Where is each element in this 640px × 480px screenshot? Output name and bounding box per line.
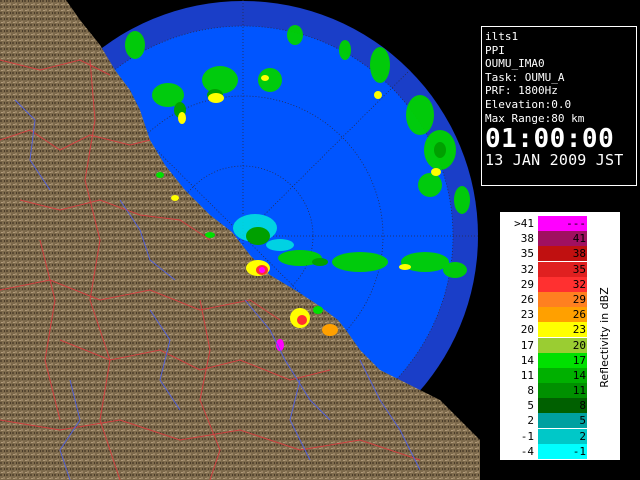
legend-high-value: 35 <box>572 262 586 276</box>
legend-low-value: 35 <box>520 247 534 261</box>
legend-high-value: 23 <box>572 323 586 337</box>
scan-info-panel: ilts1 PPI OUMU_IMA0 Task: OUMU_A PRF: 18… <box>481 26 637 186</box>
legend-row: 58 <box>506 398 587 414</box>
legend-high-value: --- <box>566 217 586 230</box>
elevation-value: Elevation:0.0 <box>485 97 572 111</box>
legend-row: 8 11 <box>506 383 587 399</box>
legend-low-value: -4 <box>520 444 534 458</box>
site-name: ilts1 <box>485 30 519 43</box>
legend-row: 17 20 <box>506 337 587 353</box>
product-name: OUMU_IMA0 <box>485 57 545 71</box>
legend-row: -4 -1 <box>506 443 587 459</box>
legend-low-value: 5 <box>527 399 534 413</box>
legend-high-value: 38 <box>572 247 586 261</box>
legend-low-value: 8 <box>527 384 534 398</box>
legend-row: 29 32 <box>506 276 587 292</box>
legend-high-value: 11 <box>572 384 586 398</box>
legend-high-value: 20 <box>572 338 586 352</box>
legend-row: 32 35 <box>506 261 587 277</box>
legend-row: 20 23 <box>506 322 587 338</box>
legend-low-value: 14 <box>520 353 534 367</box>
scan-time: 01:00:00 <box>485 124 615 155</box>
legend-low-value: 32 <box>520 262 534 276</box>
legend-row: 23 26 <box>506 307 587 323</box>
legend-high-value: 17 <box>572 353 586 367</box>
legend-high-value: 5 <box>579 414 586 428</box>
scan-date: 13 JAN 2009 JST <box>485 151 624 170</box>
legend-high-value: 29 <box>572 292 586 306</box>
legend-high-value: -1 <box>572 444 586 458</box>
legend-unit-label: Reflectivity in dBZ <box>597 287 611 388</box>
legend-rows: >41 --- 38 41 35 38 32 35 29 32 26 29 23 26 20 23 17 20 14… <box>506 216 587 459</box>
legend-row: >41 --- <box>506 216 587 231</box>
legend-low-value: 20 <box>520 323 534 337</box>
legend-row: 25 <box>506 413 587 429</box>
legend-low-value: -1 <box>520 429 534 443</box>
legend-high-value: 26 <box>572 308 586 322</box>
legend-high-value: 2 <box>579 429 586 443</box>
legend-low-value: 17 <box>520 338 534 352</box>
legend-high-value: 41 <box>572 232 586 246</box>
legend-high-value: 8 <box>579 399 586 413</box>
legend-low-value: 38 <box>520 232 534 246</box>
legend-high-value: 32 <box>572 277 586 291</box>
legend-row: 35 38 <box>506 246 587 262</box>
legend-low-value: 23 <box>520 308 534 322</box>
prf-value: PRF: 1800Hz <box>485 84 558 98</box>
legend-low-value: 2 <box>527 414 534 428</box>
legend-low-value: 26 <box>520 292 534 306</box>
legend-row: 14 17 <box>506 352 587 368</box>
scan-type: PPI <box>485 43 505 57</box>
legend-low-value: 29 <box>520 277 534 291</box>
task-name: Task: OUMU_A <box>485 70 565 84</box>
legend-low-value: >41 <box>514 217 534 230</box>
legend-high-value: 14 <box>572 368 586 382</box>
legend-row: 11 14 <box>506 367 587 383</box>
legend-row: 38 41 <box>506 231 587 247</box>
legend-row: -1 2 <box>506 428 587 444</box>
legend-row: 26 29 <box>506 291 587 307</box>
max-range-value: Max Range:80 km <box>485 111 585 125</box>
legend-low-value: 11 <box>520 368 534 382</box>
reflectivity-legend: >41 --- 38 41 35 38 32 35 29 32 26 29 23 26 20 23 17 20 14… <box>499 211 621 461</box>
